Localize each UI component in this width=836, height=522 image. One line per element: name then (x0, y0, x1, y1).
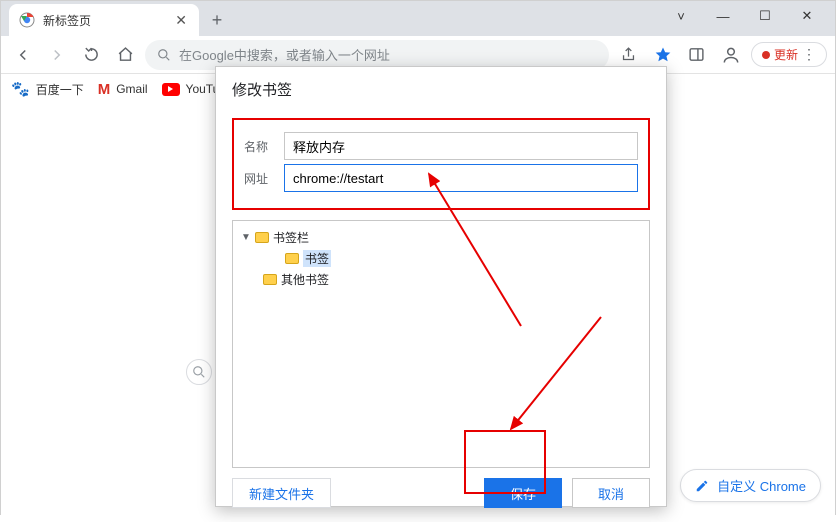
dialog-title: 修改书签 (216, 67, 666, 110)
youtube-icon (162, 83, 180, 96)
cancel-button[interactable]: 取消 (572, 478, 650, 508)
back-button[interactable] (9, 41, 37, 69)
window-minimize-button[interactable]: — (709, 9, 737, 24)
update-button[interactable]: 更新 ⋮ (751, 42, 827, 67)
reload-button[interactable] (77, 41, 105, 69)
tab-title: 新标签页 (43, 12, 165, 29)
window-maximize-button[interactable]: ☐ (751, 8, 779, 24)
bookmark-url-field: 网址 (244, 164, 638, 192)
baidu-paw-icon: 🐾 (11, 80, 30, 98)
tree-row-bookmarks[interactable]: 书签 (241, 248, 641, 269)
bookmark-name-field: 名称 (244, 132, 638, 160)
pencil-icon (695, 479, 709, 493)
profile-button[interactable] (717, 41, 745, 69)
browser-tab[interactable]: 新标签页 ✕ (9, 4, 199, 36)
folder-icon (255, 232, 269, 243)
customize-chrome-button[interactable]: 自定义 Chrome (680, 469, 821, 502)
bookmark-item-gmail[interactable]: M Gmail (98, 81, 148, 98)
search-hint-icon[interactable] (186, 359, 212, 385)
omnibox[interactable]: 在Google中搜索，或者输入一个网址 (145, 40, 609, 70)
folder-icon (263, 274, 277, 285)
bookmark-item-baidu[interactable]: 🐾 百度一下 (11, 80, 84, 98)
caret-down-icon[interactable]: ▼ (241, 232, 251, 243)
update-label: 更新 (774, 46, 798, 63)
tree-row-other-bookmarks[interactable]: 其他书签 (241, 269, 641, 290)
update-dot-icon (762, 51, 770, 59)
omnibox-placeholder: 在Google中搜索，或者输入一个网址 (179, 45, 390, 64)
save-button[interactable]: 保存 (484, 478, 562, 508)
annotation-fields-highlight: 名称 网址 (232, 118, 650, 210)
name-label: 名称 (244, 138, 274, 155)
share-button[interactable] (615, 41, 643, 69)
window-chevron-icon[interactable]: ˅ (667, 9, 695, 24)
bookmark-url-input[interactable] (284, 164, 638, 192)
side-panel-button[interactable] (683, 41, 711, 69)
window-close-button[interactable]: ✕ (793, 8, 821, 24)
new-folder-button[interactable]: 新建文件夹 (232, 478, 331, 508)
folder-icon (285, 253, 299, 264)
bookmark-name-input[interactable] (284, 132, 638, 160)
search-icon (157, 48, 171, 62)
tab-close-icon[interactable]: ✕ (173, 13, 189, 27)
bookmark-star-icon[interactable] (649, 41, 677, 69)
menu-dots-icon: ⋮ (802, 46, 816, 63)
dialog-footer: 新建文件夹 保存 取消 (216, 468, 666, 522)
chrome-favicon-icon (19, 12, 35, 28)
new-tab-button[interactable]: + (203, 6, 231, 34)
url-label: 网址 (244, 170, 274, 187)
tree-row-bookmarks-bar[interactable]: ▼ 书签栏 (241, 227, 641, 248)
window-controls: ˅ — ☐ ✕ (657, 1, 831, 31)
window-titlebar: 新标签页 ✕ + ˅ — ☐ ✕ (1, 1, 835, 36)
home-button[interactable] (111, 41, 139, 69)
edit-bookmark-dialog: 修改书签 名称 网址 ▼ 书签栏 书签 其他书签 (215, 66, 667, 507)
forward-button[interactable] (43, 41, 71, 69)
gmail-icon: M (98, 81, 111, 98)
bookmark-folder-tree[interactable]: ▼ 书签栏 书签 其他书签 (232, 220, 650, 468)
